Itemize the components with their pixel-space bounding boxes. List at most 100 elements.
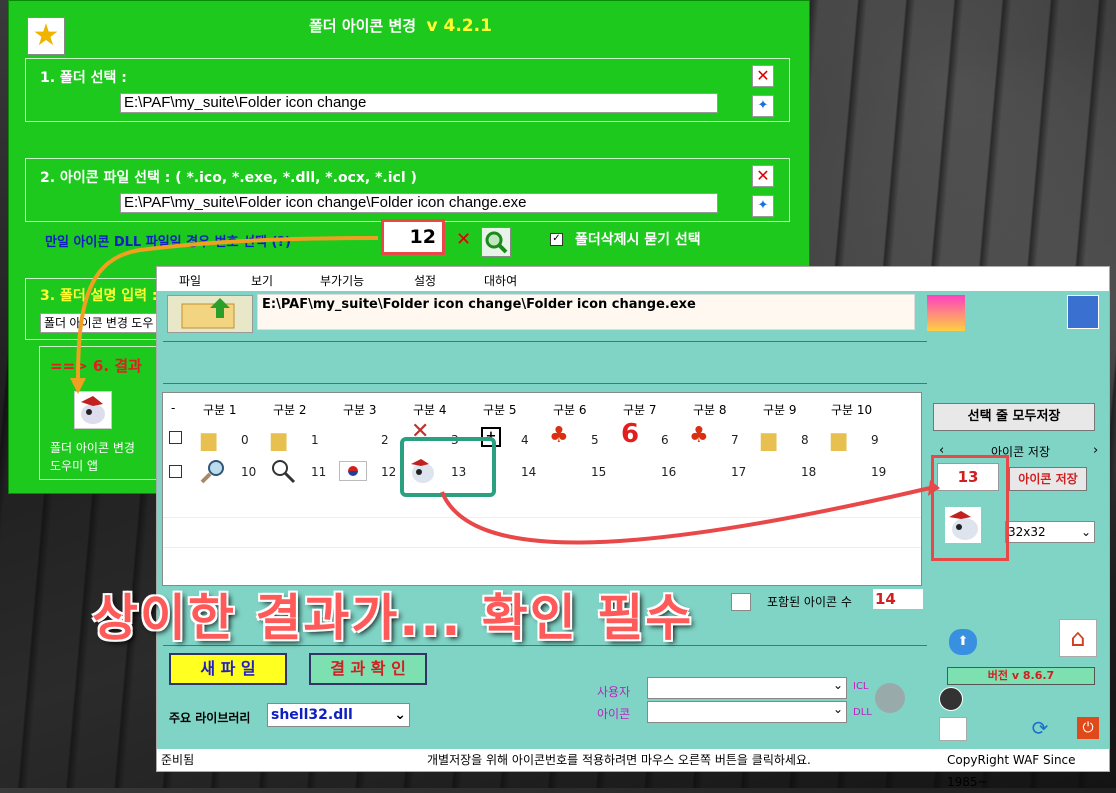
- pin-icon[interactable]: ✦: [752, 195, 774, 217]
- section1-label: 1. 폴더 선택 :: [40, 70, 127, 86]
- user-dll-select[interactable]: ⌄: [647, 701, 847, 723]
- menu-about[interactable]: 대하여: [484, 272, 517, 289]
- table-row[interactable]: ▆ 0 ▆ 1 2 ✕ 3 + 4 ♣ 5 6 6 ♣ 7 ▆ 8 ▆ 9: [197, 419, 917, 455]
- folder-pencil-icon: ▆: [201, 427, 217, 451]
- refresh-icon[interactable]: ⟳: [1029, 717, 1051, 739]
- icon-number: 18: [801, 465, 817, 479]
- icon-size-select[interactable]: 32x32 ⌄: [1005, 521, 1095, 543]
- menu-settings[interactable]: 설정: [414, 272, 436, 289]
- icl-tag: ICL: [853, 681, 869, 692]
- highlight-icon13-box: [400, 437, 496, 497]
- user-icl-select[interactable]: ⌄: [647, 677, 847, 699]
- new-file-button[interactable]: 새 파 일: [169, 653, 287, 685]
- clover-icon: ♣: [689, 423, 709, 448]
- divider: [163, 341, 927, 342]
- menu-view[interactable]: 보기: [251, 272, 273, 289]
- dll-tag: DLL: [853, 707, 872, 718]
- delete-confirm-label: 폴더삭제시 묻기 선택: [575, 232, 701, 248]
- divider: [163, 547, 921, 548]
- main-library-label: 주요 라이브러리: [169, 711, 251, 725]
- icon-number: 19: [871, 465, 887, 479]
- column-header: 구분 10: [831, 403, 873, 417]
- row-checkbox[interactable]: [169, 431, 182, 448]
- clover-icon: ♣: [549, 423, 569, 448]
- chevron-down-icon: ⌄: [832, 702, 843, 716]
- chevron-down-icon: ⌄: [1080, 525, 1091, 539]
- menu-file[interactable]: 파일: [179, 272, 201, 289]
- main-library-value: shell32.dll: [271, 707, 353, 723]
- icon-file-path-field[interactable]: E:\PAF\my_suite\Folder icon change\Folde…: [120, 193, 718, 213]
- icon-save-button[interactable]: 아이콘 저장: [1009, 467, 1087, 491]
- main-library-select[interactable]: shell32.dll ⌄: [267, 703, 410, 727]
- star-icon[interactable]: ★: [27, 17, 65, 55]
- chevron-down-icon: ⌄: [394, 707, 406, 723]
- folder-description-input[interactable]: 폴더 아이콘 변경 도우: [40, 313, 168, 333]
- result-preview-icon: [74, 391, 112, 429]
- window-title: 폴더 아이콘 변경 v 4.2.1: [309, 15, 492, 36]
- status-copyright: CopyRight WAF Since 1985~: [947, 753, 1076, 789]
- column-header: 구분 6: [553, 403, 587, 417]
- result-box: ==> 6. 결과 폴더 아이콘 변경 도우미 앱: [39, 346, 167, 480]
- icon-number: 0: [241, 433, 249, 447]
- power-icon[interactable]: ⏻: [1077, 717, 1099, 739]
- row-checkbox[interactable]: [169, 465, 182, 482]
- magnifier-icon: [272, 460, 296, 484]
- icon-number: 11: [311, 465, 327, 479]
- icon-number: 14: [521, 465, 537, 479]
- korean-flag-icon: [339, 461, 367, 481]
- icon-size-value: 32x32: [1008, 525, 1046, 539]
- version-badge: 버전 v 8.6.7: [947, 667, 1095, 685]
- folder-icon: ▆: [761, 427, 777, 451]
- icon-label: 아이콘: [597, 707, 631, 721]
- app-name-line1: 폴더 아이콘 변경: [50, 441, 135, 455]
- cloud-upload-icon[interactable]: ⬆: [949, 629, 977, 655]
- icon-number: 7: [731, 433, 739, 447]
- folder-pencil-icon: ▆: [831, 427, 847, 451]
- version-text: v 4.2.1: [426, 16, 492, 36]
- menu-extras[interactable]: 부가기능: [320, 272, 364, 289]
- icon-number: 1: [311, 433, 319, 447]
- notebook-icon[interactable]: [1067, 295, 1099, 329]
- icon-number: 4: [521, 433, 529, 447]
- column-header: 구분 4: [413, 403, 447, 417]
- open-folder-button[interactable]: [167, 295, 253, 333]
- status-bar: 준비됨 개별저장을 위해 아이콘번호를 적용하려면 마우스 오른쪽 버튼을 클릭…: [157, 749, 1109, 789]
- icon-number: 10: [241, 465, 257, 479]
- pin-icon[interactable]: ✦: [752, 95, 774, 117]
- warning-overlay-text: 상이한 결과가... 확인 필수: [92, 589, 694, 647]
- magnifier-icon: [200, 460, 224, 484]
- column-header: 구분 9: [763, 403, 797, 417]
- section3-box: 3. 폴더 설명 입력 : 폴더 아이콘 변경 도우: [25, 278, 168, 340]
- column-header: 구분 8: [693, 403, 727, 417]
- dll-number-prompt: 만일 아이콘 DLL 파일일 경우 번호 선택 (?): [45, 235, 291, 250]
- korean-flag-icon[interactable]: [939, 717, 967, 741]
- home-icon[interactable]: ⌂: [1059, 619, 1097, 657]
- check-result-button[interactable]: 결 과 확 인: [309, 653, 427, 685]
- save-all-rows-button[interactable]: 선택 줄 모두저장: [933, 403, 1095, 431]
- monitor-icon: [731, 593, 751, 611]
- divider: [163, 383, 927, 384]
- icon-file-path: E:\PAF\my_suite\Folder icon change\Folde…: [257, 294, 915, 330]
- icon-number: 15: [591, 465, 607, 479]
- preview-magnifier-button[interactable]: [481, 227, 511, 257]
- next-arrow-icon[interactable]: ›: [1093, 443, 1098, 458]
- section1-box: 1. 폴더 선택 : E:\PAF\my_suite\Folder icon c…: [25, 58, 790, 122]
- icon-number: 12: [381, 465, 397, 479]
- section2-label: 2. 아이콘 파일 선택 : ( *.ico, *.exe, *.dll, *.…: [40, 170, 417, 186]
- folder-path-field[interactable]: E:\PAF\my_suite\Folder icon change: [120, 93, 718, 113]
- folder-up-icon: [181, 298, 235, 329]
- clear-icon-file-button[interactable]: ✕: [752, 165, 774, 187]
- delete-confirm-checkbox[interactable]: ✓: [550, 230, 563, 246]
- table-row[interactable]: 10 11 12 13 14 15 16 17 18 19: [197, 455, 917, 487]
- gear-icon[interactable]: [875, 683, 905, 713]
- menu-bar: 파일 보기 부가기능 설정 대하여: [157, 267, 1109, 291]
- clear-number-icon[interactable]: ✕: [456, 229, 471, 250]
- icon-number-input[interactable]: 12: [381, 219, 445, 255]
- included-icons-count: 14: [873, 589, 923, 609]
- clear-folder-button[interactable]: ✕: [752, 65, 774, 87]
- clock-icon[interactable]: [939, 687, 963, 711]
- column-header: 구분 5: [483, 403, 517, 417]
- section2-box: 2. 아이콘 파일 선택 : ( *.ico, *.exe, *.dll, *.…: [25, 158, 790, 222]
- running-person-icon[interactable]: [927, 295, 965, 331]
- icon-number: 16: [661, 465, 677, 479]
